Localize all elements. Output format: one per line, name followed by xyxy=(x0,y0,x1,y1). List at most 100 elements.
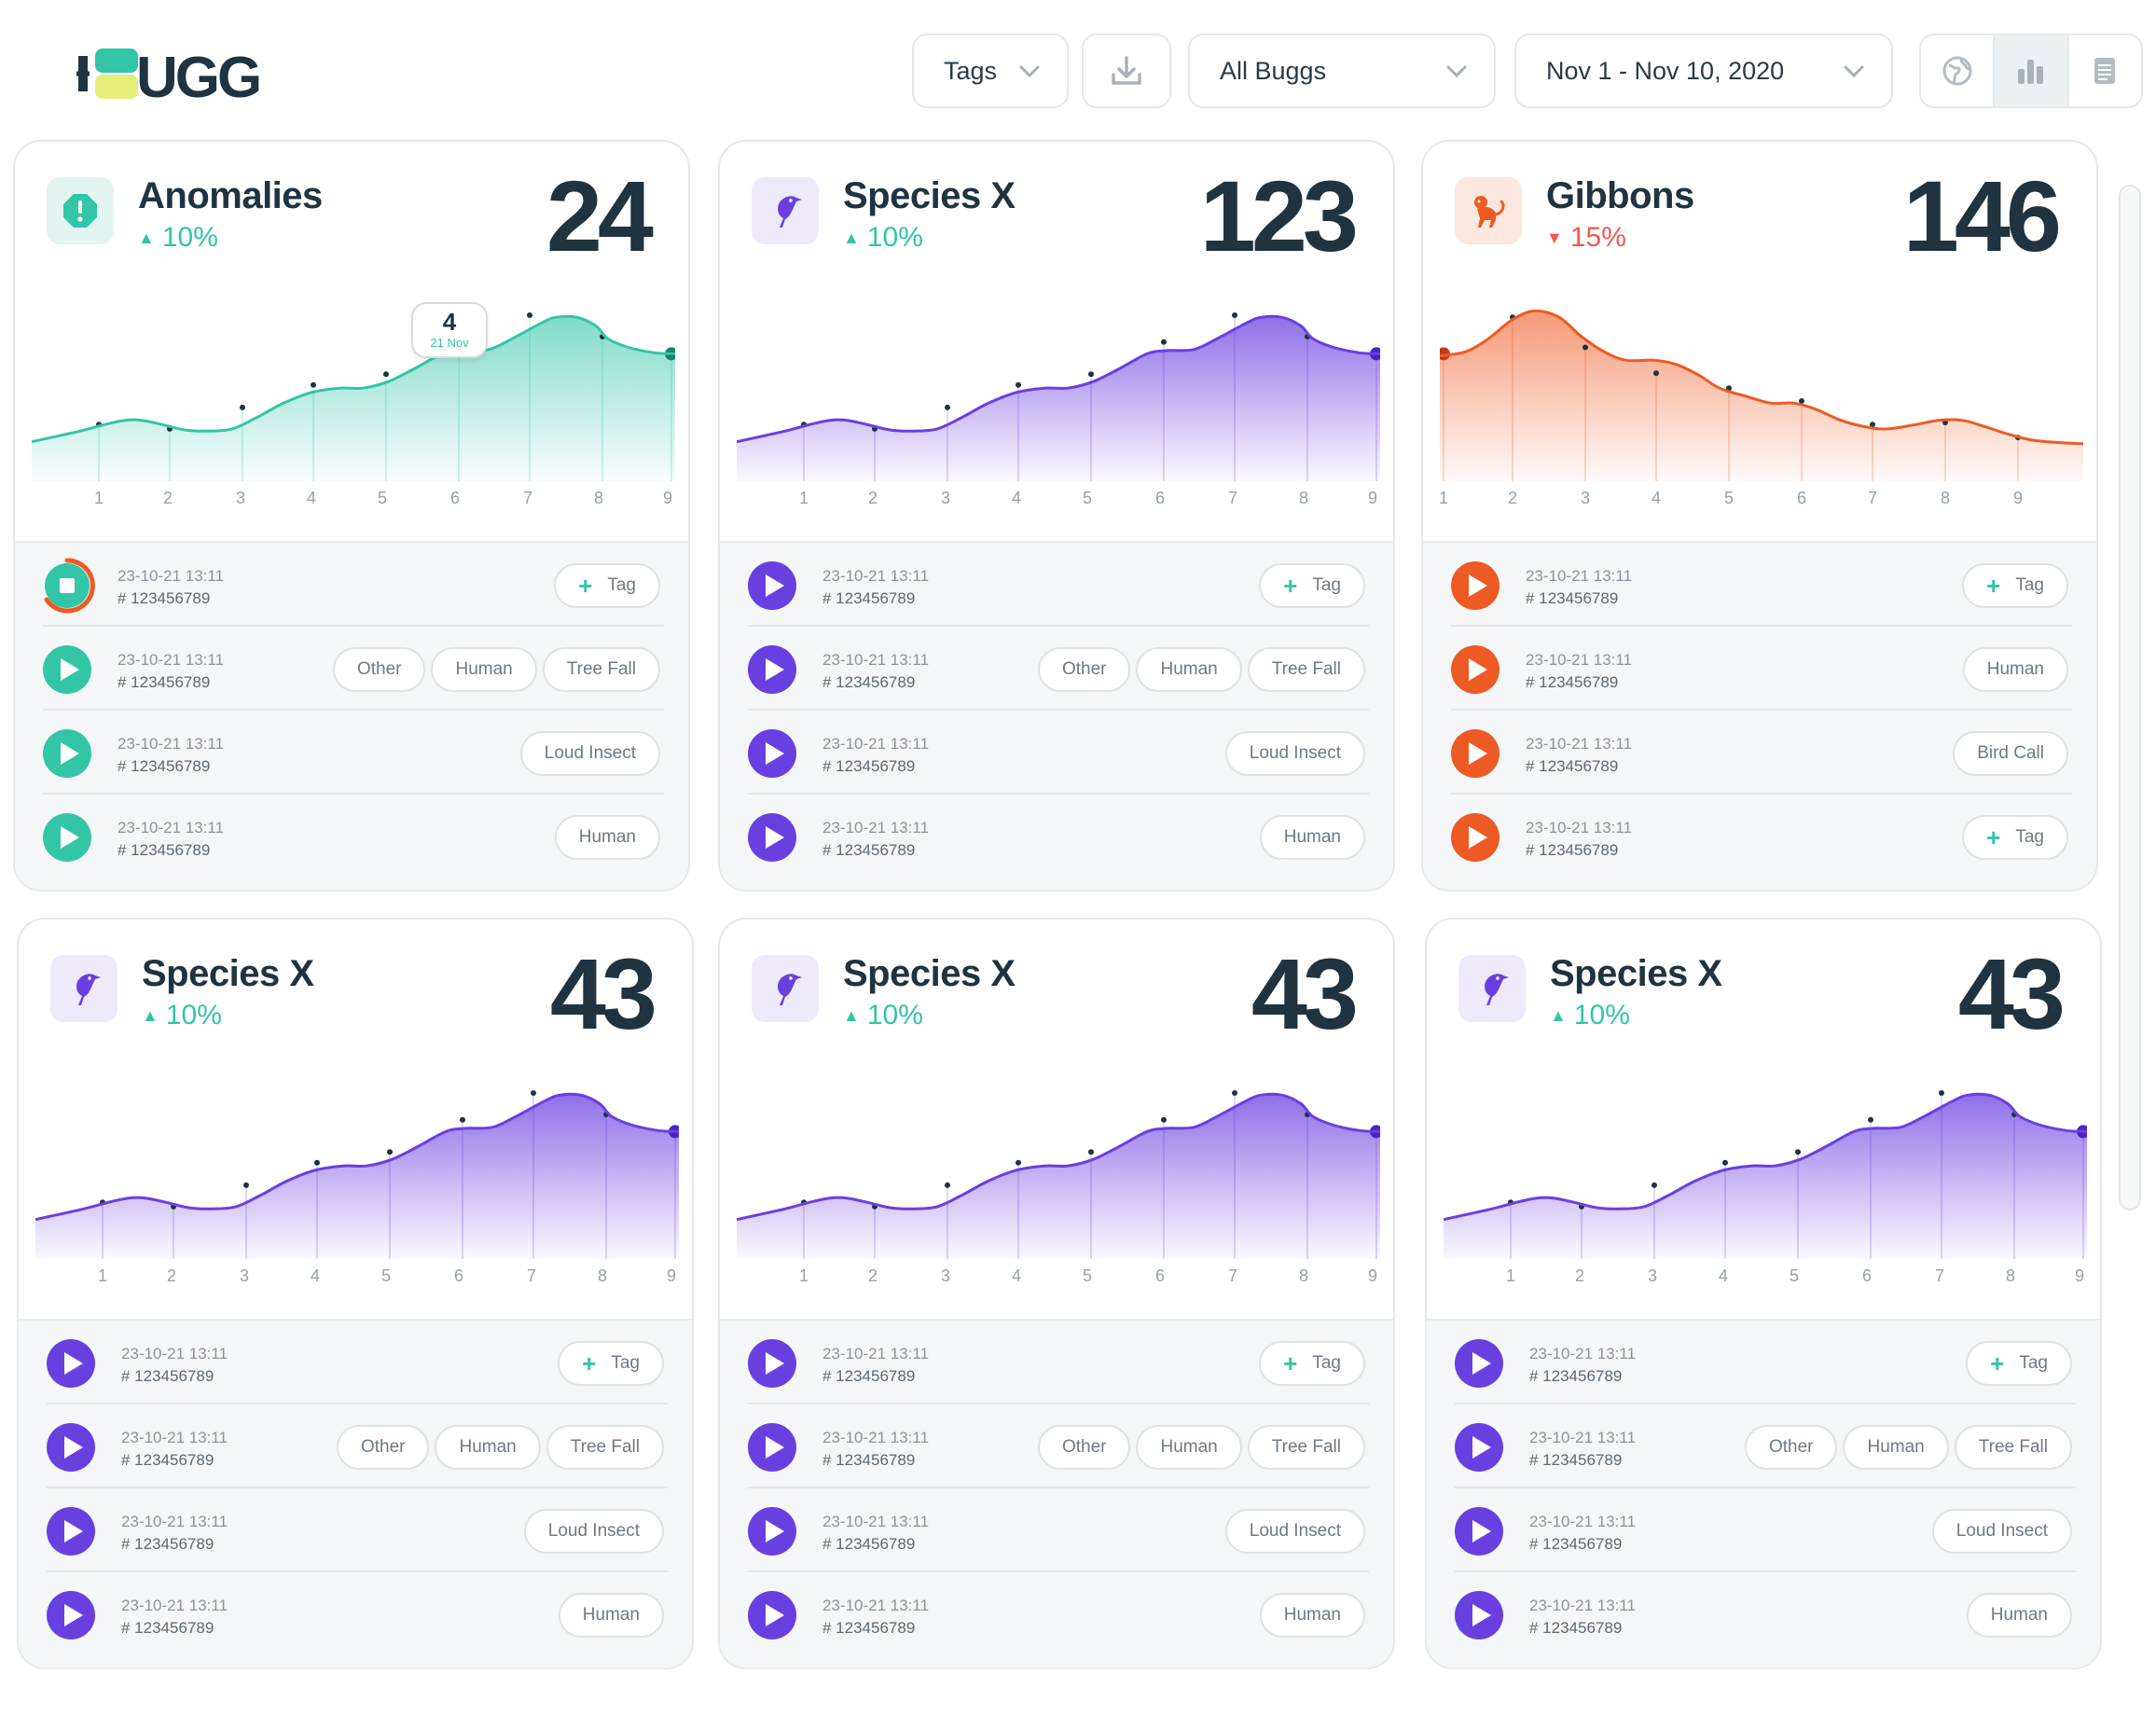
date-range-dropdown[interactable]: Nov 1 - Nov 10, 2020 xyxy=(1514,34,1893,108)
download-button[interactable] xyxy=(1082,34,1171,108)
tag-pill[interactable]: Other xyxy=(332,647,426,692)
data-point[interactable] xyxy=(1652,1182,1657,1188)
play-button[interactable] xyxy=(748,729,796,778)
recording-time: 23-10-21 13:11 xyxy=(822,1345,930,1362)
play-button[interactable] xyxy=(43,729,91,778)
trend-chart: 1 2 3 4 5 6 7 8 9 xyxy=(35,1090,679,1285)
data-point[interactable] xyxy=(531,1090,536,1096)
play-button[interactable] xyxy=(1451,561,1500,610)
summary-card: Species X ▲ 10% 123 1 2 3 4 5 6 7 8 9 23-10-21 13:11 #… xyxy=(718,140,1395,892)
play-button[interactable] xyxy=(1451,813,1500,862)
tag-pill[interactable]: Other xyxy=(336,1425,430,1470)
add-tag-button[interactable]: + Tag xyxy=(1962,815,2068,860)
total-count: 43 xyxy=(549,937,657,1050)
data-point[interactable] xyxy=(243,1182,249,1188)
tag-pill[interactable]: Human xyxy=(435,1425,541,1470)
data-point[interactable] xyxy=(383,371,389,378)
play-button[interactable] xyxy=(47,1591,95,1639)
list-view-button[interactable] xyxy=(2069,35,2141,106)
data-point[interactable] xyxy=(1161,339,1167,345)
tag-pill[interactable]: Human xyxy=(1136,1425,1242,1470)
add-tag-button[interactable]: + Tag xyxy=(1259,563,1365,608)
tag-pill[interactable]: Tree Fall xyxy=(542,647,660,692)
tag-pill[interactable]: Human xyxy=(1843,1425,1949,1470)
data-point[interactable] xyxy=(1939,1090,1944,1096)
data-point[interactable] xyxy=(1653,370,1659,377)
play-button[interactable] xyxy=(1455,1591,1503,1639)
tag-pill[interactable]: Other xyxy=(1037,1425,1131,1470)
tag-pill[interactable]: Human xyxy=(431,647,537,692)
data-point[interactable] xyxy=(240,404,245,410)
play-icon xyxy=(1468,826,1487,849)
tag-pill[interactable]: Loud Insect xyxy=(519,731,660,776)
tag-pill[interactable]: Tree Fall xyxy=(546,1425,664,1470)
tags-dropdown[interactable]: Tags xyxy=(912,34,1069,108)
play-button[interactable] xyxy=(1455,1339,1503,1388)
play-button[interactable] xyxy=(748,1507,796,1556)
data-point[interactable] xyxy=(1232,312,1237,318)
play-button[interactable] xyxy=(47,1507,95,1556)
play-button[interactable] xyxy=(47,1339,95,1388)
play-button[interactable] xyxy=(1455,1423,1503,1472)
play-button[interactable] xyxy=(47,1423,95,1472)
add-tag-button[interactable]: + Tag xyxy=(1966,1341,2072,1386)
data-point[interactable] xyxy=(1795,1149,1801,1155)
tag-pill[interactable]: Tree Fall xyxy=(1247,1425,1365,1470)
tag-pill[interactable]: Loud Insect xyxy=(1931,1509,2072,1554)
bugg-filter-dropdown[interactable]: All Buggs xyxy=(1188,34,1496,108)
data-point[interactable] xyxy=(1088,1149,1094,1155)
data-point[interactable] xyxy=(1722,1159,1728,1166)
stop-icon[interactable] xyxy=(39,558,95,614)
play-button[interactable] xyxy=(748,1591,796,1639)
play-button[interactable] xyxy=(1455,1507,1503,1556)
tag-pill[interactable]: Other xyxy=(1037,647,1131,692)
tag-pill[interactable]: Tree Fall xyxy=(1247,647,1365,692)
data-point[interactable] xyxy=(1161,1116,1167,1123)
play-button[interactable] xyxy=(748,1339,796,1388)
tag-pill[interactable]: Human xyxy=(1259,1593,1365,1638)
data-point[interactable] xyxy=(1088,371,1094,378)
add-tag-button[interactable]: + Tag xyxy=(1962,563,2068,608)
tag-pill[interactable]: Human xyxy=(1966,1593,2072,1638)
data-point[interactable] xyxy=(311,381,316,388)
data-point[interactable] xyxy=(1868,1116,1873,1123)
play-button[interactable] xyxy=(43,645,91,694)
data-point[interactable] xyxy=(387,1149,393,1155)
x-tick-label: 3 xyxy=(941,1266,950,1285)
tag-pill[interactable]: Human xyxy=(554,815,660,860)
view-switcher xyxy=(1919,34,2143,108)
data-point[interactable] xyxy=(1582,344,1588,351)
play-button[interactable] xyxy=(748,561,796,610)
play-button[interactable] xyxy=(1451,645,1500,694)
data-point[interactable] xyxy=(1016,1159,1021,1166)
play-button[interactable] xyxy=(1451,729,1500,778)
play-button[interactable] xyxy=(748,1423,796,1472)
tag-pill[interactable]: Loud Insect xyxy=(523,1509,664,1554)
data-point[interactable] xyxy=(314,1159,320,1166)
data-point[interactable] xyxy=(945,1182,950,1188)
tag-pill[interactable]: Bird Call xyxy=(1953,731,2068,776)
play-button[interactable] xyxy=(748,813,796,862)
scrollbar[interactable] xyxy=(2119,185,2141,1210)
tag-pill[interactable]: Human xyxy=(1259,815,1365,860)
map-view-button[interactable] xyxy=(1921,35,1996,106)
data-point[interactable] xyxy=(1016,381,1021,388)
play-icon xyxy=(63,1520,83,1542)
play-button[interactable] xyxy=(748,645,796,694)
tag-pill[interactable]: Human xyxy=(1136,647,1242,692)
tag-pill[interactable]: Tree Fall xyxy=(1954,1425,2072,1470)
chart-view-button[interactable] xyxy=(1995,35,2069,106)
tag-pill[interactable]: Loud Insect xyxy=(1224,1509,1365,1554)
add-tag-button[interactable]: + Tag xyxy=(558,1341,664,1386)
data-point[interactable] xyxy=(527,312,532,318)
add-tag-button[interactable]: + Tag xyxy=(554,563,660,608)
tag-pill[interactable]: Other xyxy=(1744,1425,1838,1470)
add-tag-button[interactable]: + Tag xyxy=(1259,1341,1365,1386)
tag-pill[interactable]: Loud Insect xyxy=(1224,731,1365,776)
data-point[interactable] xyxy=(945,404,950,410)
tag-pill[interactable]: Human xyxy=(1962,647,2068,692)
data-point[interactable] xyxy=(460,1116,465,1123)
play-button[interactable] xyxy=(43,813,91,862)
data-point[interactable] xyxy=(1232,1090,1237,1096)
tag-pill[interactable]: Human xyxy=(558,1593,664,1638)
